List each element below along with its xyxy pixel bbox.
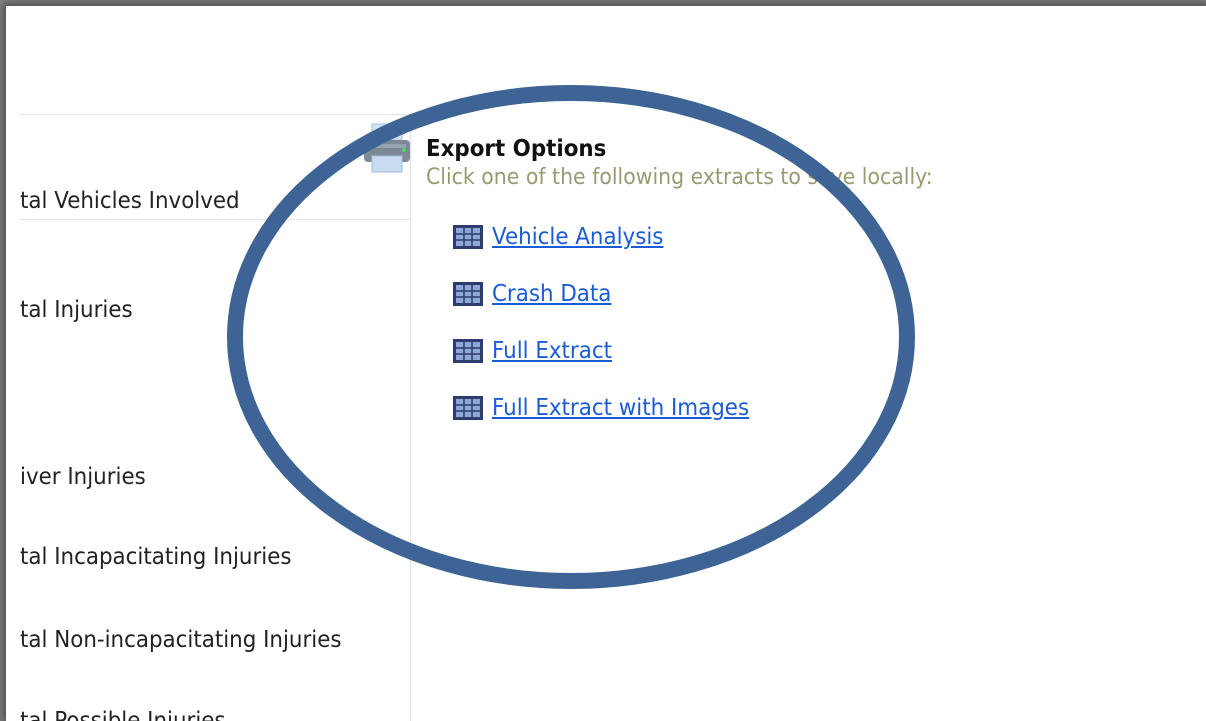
stat-total-incapacitating-injuries: tal Incapacitating Injuries (20, 544, 292, 570)
full-extract-link[interactable]: Full Extract (492, 338, 612, 364)
export-link-row: Full Extract (452, 338, 621, 364)
export-options-title: Export Options (426, 136, 607, 162)
table-icon (453, 396, 483, 420)
vehicle-analysis-link[interactable]: Vehicle Analysis (492, 224, 663, 250)
export-link-row: Vehicle Analysis (452, 224, 676, 250)
statistics-panel: tal Vehicles Involved tal Injuries iver … (20, 114, 411, 721)
table-icon (453, 339, 483, 363)
stat-driver-injuries: iver Injuries (20, 464, 146, 490)
table-icon (453, 282, 483, 306)
stat-total-vehicles-involved: tal Vehicles Involved (20, 188, 240, 214)
divider (20, 114, 410, 115)
stat-total-possible-injuries: tal Possible Injuries (20, 708, 226, 721)
export-link-row: Full Extract with Images (452, 395, 768, 421)
crash-data-link[interactable]: Crash Data (492, 281, 611, 307)
full-extract-with-images-link[interactable]: Full Extract with Images (492, 395, 749, 421)
divider (20, 219, 410, 220)
screenshot-frame: tal Vehicles Involved tal Injuries iver … (6, 6, 1206, 721)
table-icon (453, 225, 483, 249)
export-instructions: Click one of the following extracts to s… (426, 165, 933, 190)
export-link-row: Crash Data (452, 281, 620, 307)
export-options-section: Export Options Click one of the followin… (426, 134, 971, 192)
stat-total-injuries: tal Injuries (20, 297, 133, 323)
printer-icon[interactable] (362, 120, 412, 176)
stat-total-non-incapacitating-injuries: tal Non-incapacitating Injuries (20, 627, 342, 653)
